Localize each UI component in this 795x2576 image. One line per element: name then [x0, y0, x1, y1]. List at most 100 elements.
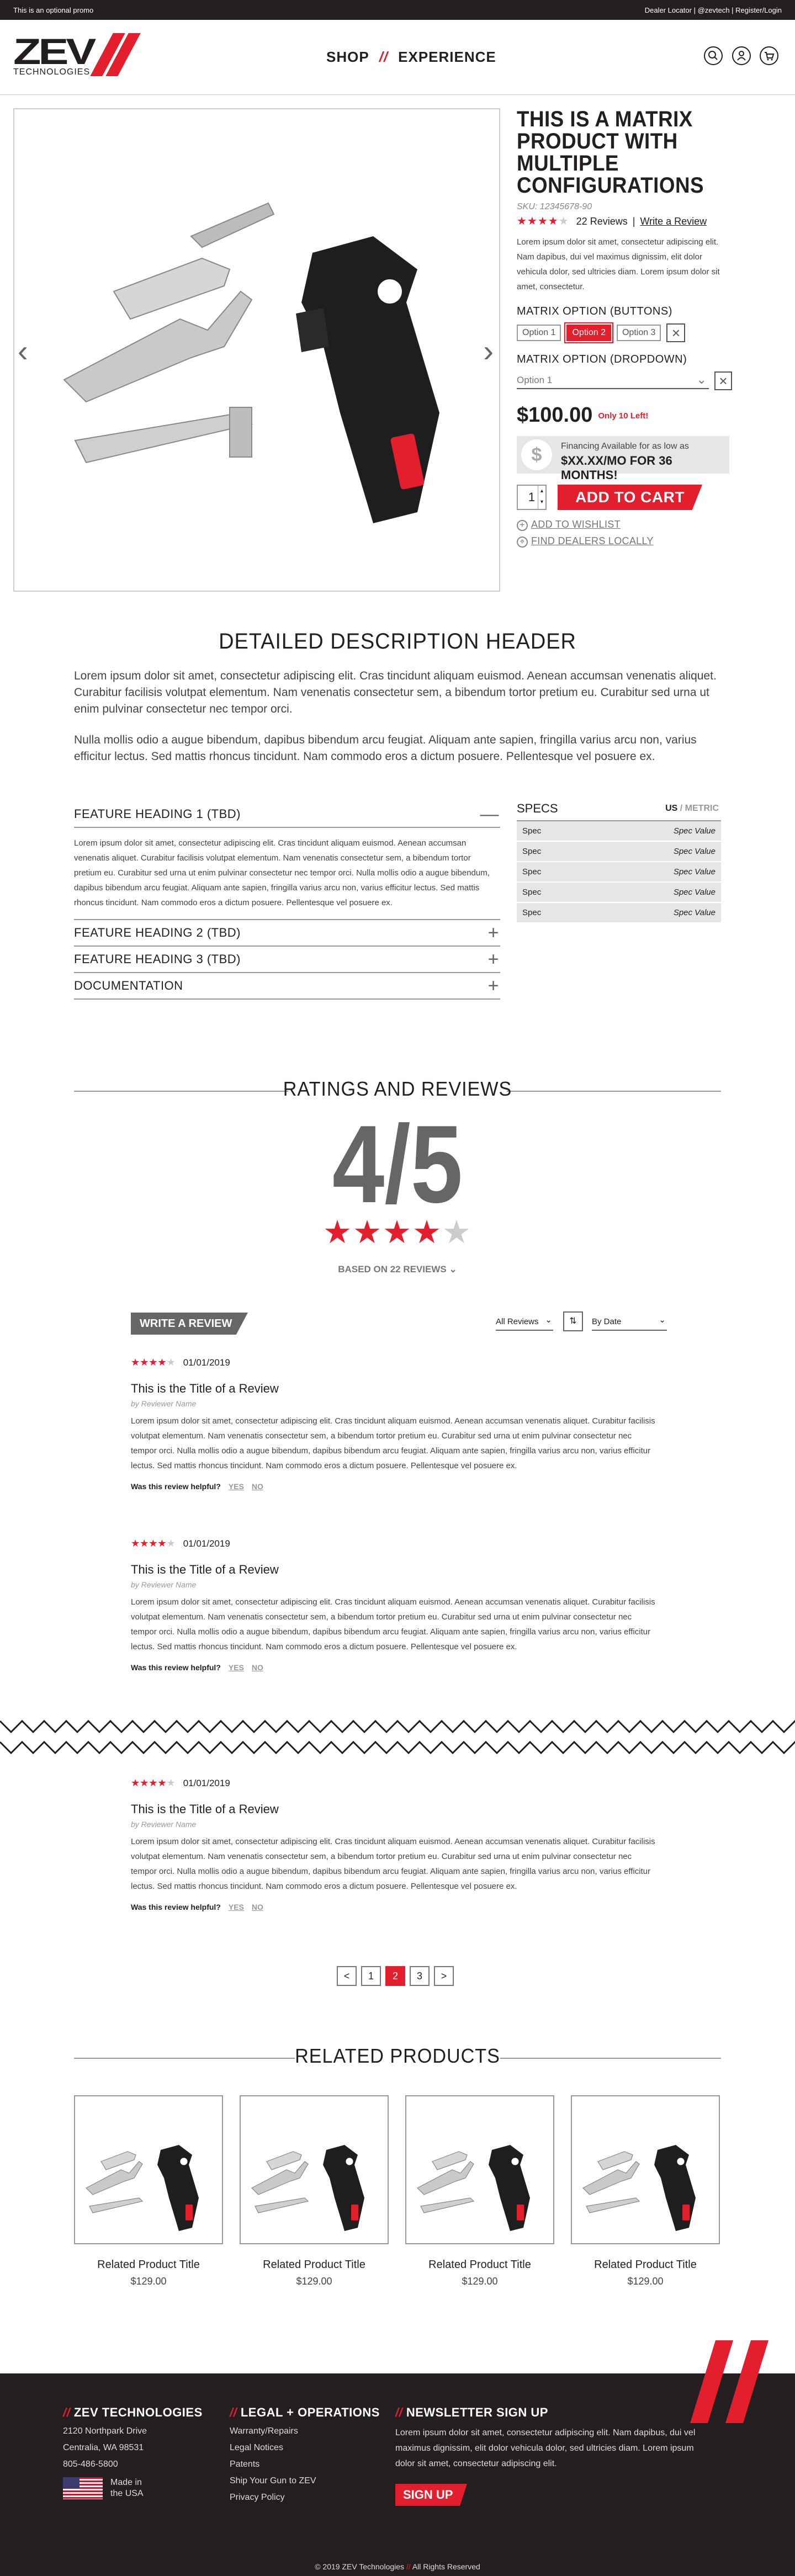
related-product-image[interactable] [240, 2095, 389, 2244]
review-stars: ★★★★★ [131, 1357, 176, 1368]
accordion-item-open[interactable]: FEATURE HEADING 1 (TBD) — [74, 801, 500, 828]
nav-experience[interactable]: EXPERIENCE [398, 49, 496, 66]
footer-legal: // LEGAL + OPERATIONS Warranty/Repairs L… [230, 2405, 380, 2503]
related-product-image[interactable] [405, 2095, 554, 2244]
related-product-card[interactable]: Related Product Title $129.00 [240, 2095, 389, 2287]
minus-icon[interactable]: — [480, 804, 500, 825]
wishlist-link[interactable]: + ADD TO WISHLIST [517, 519, 732, 531]
footer-phone[interactable]: 805-486-5800 [63, 2460, 203, 2469]
review-pagination: < 1 2 3 > [337, 1966, 454, 1986]
header-icons [697, 46, 778, 67]
add-to-cart-row: 1 ▴ ▾ ADD TO CART [517, 485, 732, 510]
chevron-down-icon: ⌄ [449, 1264, 457, 1274]
plus-icon[interactable]: + [488, 922, 499, 944]
based-on-reviews[interactable]: BASED ON 22 REVIEWS ⌄ [0, 1264, 795, 1275]
review-date: 01/01/2019 [183, 1778, 230, 1788]
option-dropdown-label: MATRIX OPTION (DROPDOWN) [517, 353, 687, 365]
plus-icon[interactable]: + [488, 975, 499, 997]
related-product-card[interactable]: Related Product Title $129.00 [571, 2095, 720, 2287]
review-sort-select[interactable]: By Date ⌄ [592, 1315, 667, 1331]
unit-toggle[interactable]: US / METRIC [665, 804, 719, 814]
gallery-next-icon[interactable]: › [483, 336, 494, 367]
footer-link[interactable]: Warranty/Repairs [230, 2426, 380, 2436]
accordion-item[interactable]: DOCUMENTATION + [74, 973, 500, 1000]
footer-link[interactable]: Privacy Policy [230, 2493, 380, 2503]
gallery-prev-icon[interactable]: ‹ [18, 336, 28, 367]
helpful-yes[interactable]: YES [229, 1663, 244, 1672]
write-review-button[interactable]: WRITE A REVIEW [131, 1313, 248, 1335]
option-buttons: Option 1 Option 2 Option 3 × [517, 323, 732, 342]
page-number[interactable]: 3 [410, 1966, 430, 1986]
related-product-image[interactable] [74, 2095, 223, 2244]
spec-row: Spec Spec Value [517, 842, 721, 862]
footer-newsletter: // NEWSLETTER SIGN UP Lorem ipsum dolor … [395, 2405, 716, 2506]
footer-link[interactable]: Legal Notices [230, 2443, 380, 2453]
review-count[interactable]: 22 Reviews [576, 216, 628, 227]
helpful-no[interactable]: NO [252, 1663, 263, 1672]
helpful-no[interactable]: NO [252, 1482, 263, 1491]
ratings-header: RATINGS AND REVIEWS [283, 1077, 512, 1100]
nav-shop[interactable]: SHOP [326, 49, 369, 66]
chevron-down-icon: ⌄ [659, 1315, 666, 1325]
search-icon[interactable] [704, 46, 723, 65]
related-product-image[interactable] [571, 2095, 720, 2244]
related-product-price: $129.00 [296, 2276, 332, 2287]
product-info: THIS IS A MATRIX PRODUCT WITH MULTIPLE C… [517, 108, 732, 548]
stepper-arrows-icon[interactable]: ▴ ▾ [538, 486, 545, 509]
clear-dropdown-icon[interactable]: × [714, 371, 732, 390]
page-next-icon[interactable]: > [434, 1966, 454, 1986]
description-paragraph-2: Nulla mollis odio a augue bibendum, dapi… [74, 734, 697, 763]
accordion-heading: FEATURE HEADING 2 (TBD) [74, 926, 241, 939]
related-product-card[interactable]: Related Product Title $129.00 [405, 2095, 554, 2287]
page-number[interactable]: 1 [361, 1966, 381, 1986]
option-button[interactable]: Option 1 [517, 325, 561, 341]
related-product-name[interactable]: Related Product Title [405, 2259, 554, 2271]
related-product-name[interactable]: Related Product Title [571, 2259, 720, 2271]
option-dropdown[interactable]: Option 1 ⌄ [517, 373, 709, 389]
related-product-card[interactable]: Related Product Title $129.00 [74, 2095, 223, 2287]
financing-banner[interactable]: $ Financing Available for as low as $XX.… [517, 436, 729, 482]
chevron-down-icon: ⌄ [545, 1315, 552, 1325]
helpful-yes[interactable]: YES [229, 1482, 244, 1491]
account-icon[interactable] [732, 46, 751, 65]
promo-text: This is an optional promo [13, 6, 94, 14]
related-product-price: $129.00 [627, 2276, 664, 2287]
option-button[interactable]: Option 3 [616, 325, 661, 341]
footer-heading: // NEWSLETTER SIGN UP [395, 2405, 548, 2419]
quantity-stepper[interactable]: 1 ▴ ▾ [517, 485, 547, 510]
utility-links[interactable]: Dealer Locator | @zevtech | Register/Log… [645, 6, 782, 14]
footer-address-1: 2120 Northpark Drive [63, 2426, 147, 2436]
option-button-selected[interactable]: Option 2 [566, 325, 611, 341]
related-product-name[interactable]: Related Product Title [74, 2259, 223, 2271]
logo[interactable]: ZEV TECHNOLOGIES [13, 33, 146, 81]
description-header: DETAILED DESCRIPTION HEADER [219, 629, 576, 654]
unit-metric[interactable]: METRIC [685, 804, 719, 813]
accordion-item[interactable]: FEATURE HEADING 2 (TBD) + [74, 920, 500, 947]
quantity-value: 1 [528, 490, 536, 504]
spec-row: Spec Spec Value [517, 821, 721, 842]
accordion-item[interactable]: FEATURE HEADING 3 (TBD) + [74, 947, 500, 973]
add-to-cart-button[interactable]: ADD TO CART [558, 485, 702, 510]
clear-option-icon[interactable]: × [666, 323, 686, 342]
footer-address-2: Centralia, WA 98531 [63, 2443, 144, 2452]
helpful-no[interactable]: NO [252, 1903, 263, 1911]
unit-us[interactable]: US [665, 804, 677, 813]
write-review-link[interactable]: Write a Review [640, 216, 707, 227]
footer-link[interactable]: Patents [230, 2460, 380, 2469]
plus-icon[interactable]: + [488, 949, 499, 970]
review-filter-select[interactable]: All Reviews ⌄ [496, 1315, 553, 1331]
signup-button[interactable]: SIGN UP [395, 2484, 467, 2506]
related-product-name[interactable]: Related Product Title [240, 2259, 389, 2271]
footer-link[interactable]: Ship Your Gun to ZEV [230, 2476, 380, 2486]
cart-icon[interactable] [760, 46, 778, 65]
dealer-link[interactable]: ⌖ FIND DEALERS LOCALLY [517, 535, 732, 548]
page-prev-icon[interactable]: < [337, 1966, 357, 1986]
spec-row: Spec Spec Value [517, 903, 721, 923]
review-helpful: Was this review helpful? YES NO [131, 1663, 263, 1672]
page-number-current[interactable]: 2 [385, 1966, 405, 1986]
helpful-yes[interactable]: YES [229, 1903, 244, 1911]
overall-stars: ★★★★★ [323, 1214, 472, 1250]
review-body: Lorem ipsum dolor sit amet, consectetur … [131, 1597, 655, 1651]
review-item: ★★★★★ 01/01/2019 This is the Title of a R… [131, 1777, 655, 1911]
sort-order-icon[interactable]: ⇅ [563, 1311, 583, 1331]
